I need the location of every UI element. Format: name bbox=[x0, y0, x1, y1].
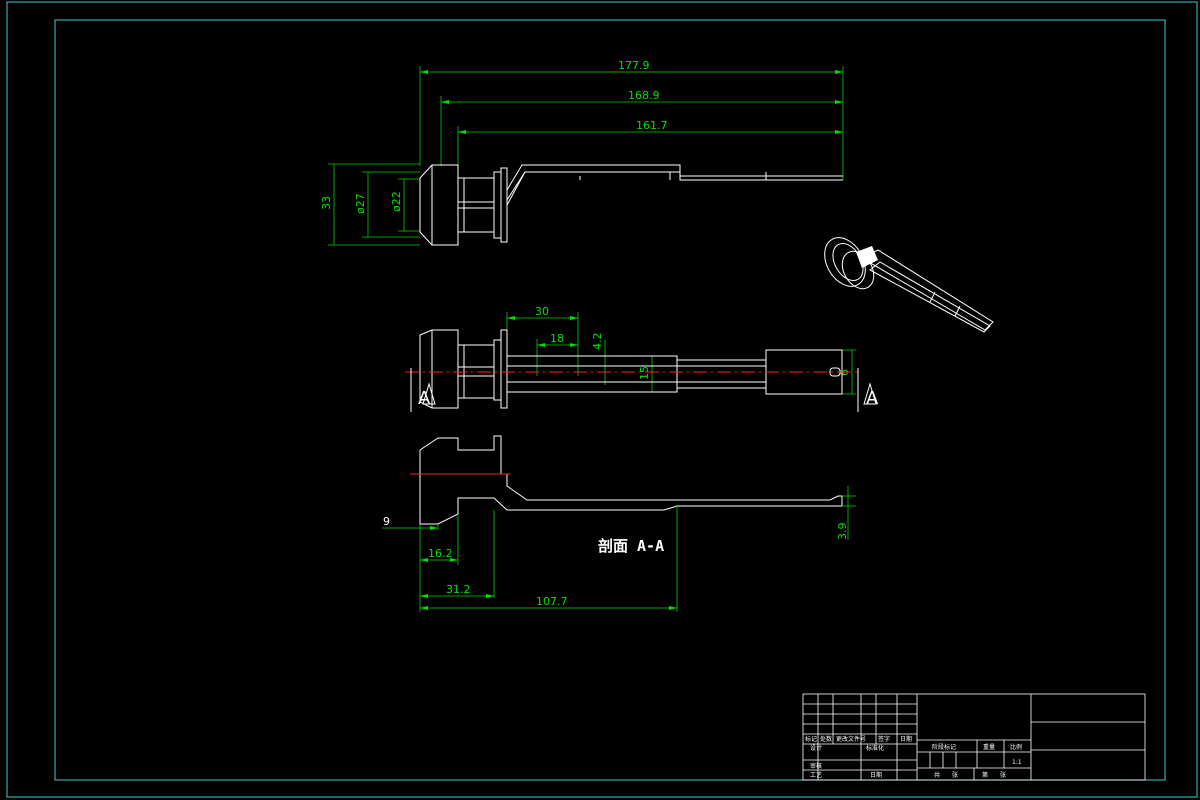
top-view: 177.9 168.9 161.7 33 ø27 ø22 bbox=[320, 59, 844, 246]
tb-label-12: 比例 bbox=[1010, 743, 1022, 751]
tb-label-14: 共 bbox=[934, 771, 940, 779]
dim-3-9: 3.9 bbox=[836, 523, 849, 541]
dim-4-2: 4.2 bbox=[591, 333, 604, 351]
dim-overall-length: 177.9 bbox=[618, 59, 650, 72]
tb-label-3: 签字 bbox=[878, 735, 890, 743]
tb-label-13: 1:1 bbox=[1012, 759, 1022, 766]
tb-label-17: 张 bbox=[1000, 771, 1006, 779]
tb-label-10: 阶段标记 bbox=[932, 743, 956, 751]
dim-9: 9 bbox=[383, 515, 390, 528]
tb-label-1: 处数 bbox=[820, 735, 832, 743]
dim-length-2: 168.9 bbox=[628, 89, 660, 102]
tb-label-11: 重量 bbox=[983, 743, 995, 751]
dim-height: 33 bbox=[320, 196, 333, 210]
cad-drawing: 177.9 168.9 161.7 33 ø27 ø22 30 18 4.2 1… bbox=[6, 1, 1198, 798]
section-view: 9 16.2 31.2 107.7 3.9 剖面 A-A bbox=[382, 435, 856, 612]
dim-30: 30 bbox=[535, 305, 549, 318]
tb-label-6: 标准化 bbox=[866, 744, 884, 752]
dim-diameter-inner: ø22 bbox=[390, 191, 403, 212]
tb-label-7: 审核 bbox=[810, 762, 822, 770]
tb-label-0: 标记 bbox=[805, 735, 817, 743]
tb-label-9: 日期 bbox=[870, 771, 882, 779]
outer-border bbox=[6, 1, 1198, 798]
front-view: 30 18 4.2 15 6 A A bbox=[405, 305, 879, 412]
tb-label-5: 设计 bbox=[810, 744, 822, 752]
tb-label-8: 工艺 bbox=[810, 771, 822, 779]
dim-16-2: 16.2 bbox=[428, 547, 453, 560]
tb-label-2: 更改文件号 bbox=[836, 735, 866, 743]
title-block-text: 标记 处数 更改文件号 签字 日期 设计 标准化 审核 工艺 日期 阶段标记 重… bbox=[805, 735, 1022, 779]
dim-31-2: 31.2 bbox=[446, 583, 471, 596]
section-marker-right: A bbox=[866, 388, 879, 409]
tb-label-15: 张 bbox=[952, 771, 958, 779]
tb-label-16: 第 bbox=[982, 771, 988, 779]
dim-18: 18 bbox=[550, 332, 564, 345]
dim-diameter-outer: ø27 bbox=[354, 193, 367, 214]
section-marker-left: A bbox=[418, 388, 431, 409]
tb-label-4: 日期 bbox=[900, 735, 912, 743]
dim-15: 15 bbox=[638, 366, 651, 380]
dim-107-7: 107.7 bbox=[536, 595, 568, 608]
inner-border bbox=[54, 19, 1166, 781]
isometric-view bbox=[824, 237, 994, 333]
dim-length-3: 161.7 bbox=[636, 119, 668, 132]
section-title: 剖面 A-A bbox=[598, 537, 664, 555]
